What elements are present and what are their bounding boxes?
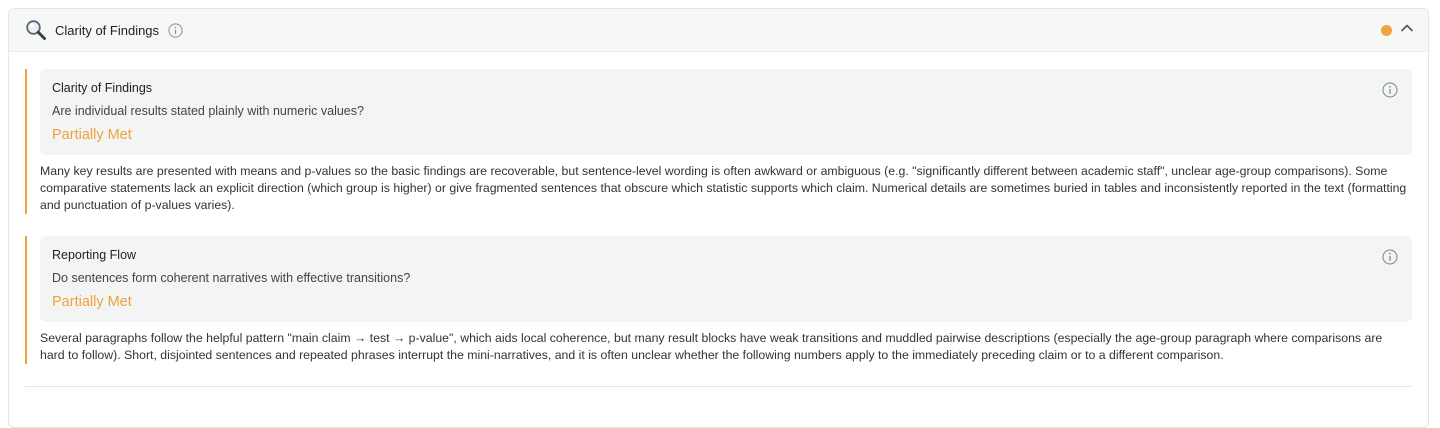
criterion-question: Do sentences form coherent narratives wi… <box>52 271 411 285</box>
status-dot <box>1381 24 1392 36</box>
criterion-block: Reporting Flow Do sentences form coheren… <box>25 236 1412 364</box>
info-icon[interactable] <box>168 22 183 38</box>
criterion-status: Partially Met <box>52 127 132 143</box>
criterion-title: Reporting Flow <box>52 248 137 262</box>
info-icon[interactable] <box>1382 82 1398 98</box>
panel-body: Clarity of Findings Are individual resul… <box>9 52 1428 387</box>
info-icon[interactable] <box>1382 249 1398 265</box>
panel-header[interactable]: Clarity of Findings <box>9 9 1428 52</box>
findings-panel: Clarity of Findings Clarity of Findings … <box>8 8 1429 428</box>
criterion-status: Partially Met <box>52 294 132 310</box>
criterion-explanation: Several paragraphs follow the helpful pa… <box>40 331 1383 362</box>
criterion-explanation: Many key results are presented with mean… <box>40 164 1407 212</box>
chevron-up-icon[interactable] <box>1400 21 1414 40</box>
panel-title: Clarity of Findings <box>55 22 160 38</box>
divider <box>25 386 1412 387</box>
criterion-card: Clarity of Findings Are individual resul… <box>40 69 1412 155</box>
criterion-title: Clarity of Findings <box>52 81 153 95</box>
criterion-block: Clarity of Findings Are individual resul… <box>25 69 1412 214</box>
magnifier-icon <box>24 18 48 42</box>
criterion-card: Reporting Flow Do sentences form coheren… <box>40 236 1412 322</box>
criterion-question: Are individual results stated plainly wi… <box>52 104 364 118</box>
